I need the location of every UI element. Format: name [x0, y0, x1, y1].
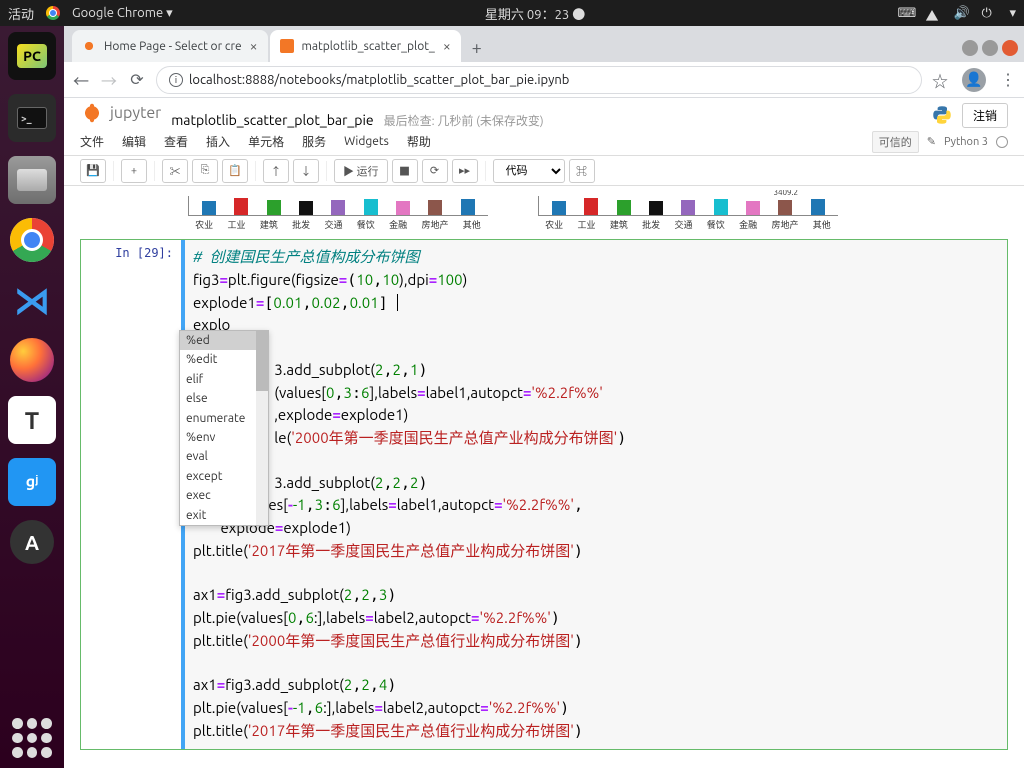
- forward-button: →: [100, 68, 118, 92]
- jupyter-toolbar: 💾 + ✂ ⎘ 📋 ↑ ↓ ▶ 运行 ■ ⟳ ▸▸ 代码 ⌘: [64, 156, 1024, 186]
- dock-pycharm[interactable]: PC: [8, 32, 56, 80]
- tab-home[interactable]: Home Page - Select or cre ×: [72, 30, 268, 62]
- notebook-name[interactable]: matplotlib_scatter_plot_bar_pie: [171, 112, 373, 128]
- celltype-select[interactable]: 代码: [493, 159, 565, 183]
- autocomplete-item[interactable]: elif: [180, 370, 268, 389]
- menu-icon[interactable]: ⋮: [1000, 70, 1016, 89]
- autocomplete-popup[interactable]: %ed%editelifelseenumerate%envevalexcepte…: [179, 330, 269, 526]
- autocomplete-item[interactable]: else: [180, 389, 268, 408]
- code-editor[interactable]: # 创建国民生产总值构成分布饼图 fig3=plt.figure(figsize…: [181, 240, 1007, 749]
- bookmark-icon[interactable]: ☆: [932, 68, 948, 92]
- chrome-window: Home Page - Select or cre × matplotlib_s…: [64, 26, 1024, 768]
- tab-notebook[interactable]: matplotlib_scatter_plot_ ×: [270, 30, 461, 62]
- restart-button[interactable]: ⟳: [422, 159, 448, 183]
- tray-chevron-icon[interactable]: ▾: [1009, 6, 1016, 21]
- cell-output: 农业工业建筑批发交通餐饮金融房地产其他 3409.2 农业工业建筑批发交通餐饮金…: [188, 196, 1008, 231]
- volume-icon[interactable]: 🔊: [953, 6, 967, 20]
- checkpoint-status: 最后检查: 几秒前 (未保存改变): [384, 112, 544, 129]
- dock-firefox[interactable]: [10, 338, 54, 382]
- move-up-button[interactable]: ↑: [263, 159, 289, 183]
- jupyter-menubar: 文件 编辑 查看 插入 单元格 服务 Widgets 帮助 可信的 ✎ Pyth…: [64, 128, 1024, 156]
- run-button[interactable]: ▶ 运行: [334, 159, 388, 183]
- menu-kernel[interactable]: 服务: [302, 133, 326, 150]
- system-tray[interactable]: ⌨ ▲ 🔊 ⏻ ▾: [897, 6, 1016, 21]
- bar-chart-right: 3409.2 农业工业建筑批发交通餐饮金融房地产其他: [538, 196, 838, 231]
- notebook-body[interactable]: 农业工业建筑批发交通餐饮金融房地产其他 3409.2 农业工业建筑批发交通餐饮金…: [64, 190, 1024, 768]
- tab-label: matplotlib_scatter_plot_: [302, 40, 435, 53]
- menu-view[interactable]: 查看: [164, 133, 188, 150]
- save-button[interactable]: 💾: [80, 159, 106, 183]
- tab-strip: Home Page - Select or cre × matplotlib_s…: [64, 26, 1024, 62]
- autocomplete-item[interactable]: except: [180, 467, 268, 486]
- autocomplete-item[interactable]: exit: [180, 506, 268, 525]
- autocomplete-item[interactable]: eval: [180, 447, 268, 466]
- command-palette-button[interactable]: ⌘: [569, 159, 595, 183]
- menu-edit[interactable]: 编辑: [122, 133, 146, 150]
- url-input[interactable]: i localhost:8888/notebooks/matplotlib_sc…: [156, 66, 922, 94]
- dock: PC >_ ⋊ T gʲ A: [0, 26, 64, 768]
- window-maximize[interactable]: [982, 40, 998, 56]
- ubuntu-topbar: 活动 Google Chrome ▾ 星期六 09：23 ● ⌨ ▲ 🔊 ⏻ ▾: [0, 0, 1024, 26]
- edit-icon[interactable]: ✎: [927, 135, 936, 148]
- kernel-indicator-icon: [996, 136, 1008, 148]
- jupyter-header: jupyter matplotlib_scatter_plot_bar_pie …: [64, 98, 1024, 128]
- tab-label: Home Page - Select or cre: [104, 40, 242, 53]
- trusted-badge[interactable]: 可信的: [872, 131, 919, 153]
- move-down-button[interactable]: ↓: [293, 159, 319, 183]
- dock-updater[interactable]: A: [10, 520, 54, 564]
- chrome-icon: [46, 6, 60, 20]
- menu-cell[interactable]: 单元格: [248, 133, 284, 150]
- cell-prompt: In [29]:: [81, 240, 181, 749]
- window-close[interactable]: [1002, 40, 1018, 56]
- python-icon: [932, 105, 952, 125]
- menu-file[interactable]: 文件: [80, 133, 104, 150]
- paste-button[interactable]: 📋: [222, 159, 248, 183]
- dock-chrome[interactable]: [10, 218, 54, 262]
- dock-terminal[interactable]: >_: [8, 94, 56, 142]
- jupyter-logo[interactable]: jupyter: [80, 101, 161, 125]
- copy-button[interactable]: ⎘: [192, 159, 218, 183]
- logout-button[interactable]: 注销: [962, 103, 1008, 128]
- autocomplete-item[interactable]: %edit: [180, 350, 268, 369]
- autocomplete-item[interactable]: %ed: [180, 331, 268, 350]
- cut-button[interactable]: ✂: [162, 159, 188, 183]
- address-bar: ← → ⟳ i localhost:8888/notebooks/matplot…: [64, 62, 1024, 98]
- kernel-name[interactable]: Python 3: [944, 136, 988, 148]
- autocomplete-item[interactable]: enumerate: [180, 409, 268, 428]
- add-cell-button[interactable]: +: [121, 159, 147, 183]
- power-icon[interactable]: ⏻: [981, 6, 995, 20]
- clock[interactable]: 星期六 09：23 ●: [485, 4, 585, 23]
- new-tab-button[interactable]: +: [463, 34, 491, 62]
- url-text: localhost:8888/notebooks/matplotlib_scat…: [189, 73, 569, 87]
- jupyter-favicon-icon: [82, 39, 96, 53]
- jupyter-page: jupyter matplotlib_scatter_plot_bar_pie …: [64, 98, 1024, 768]
- dock-vscode[interactable]: ⋊: [8, 276, 56, 324]
- reload-button[interactable]: ⟳: [128, 70, 146, 89]
- bar-chart-left: 农业工业建筑批发交通餐饮金融房地产其他: [188, 196, 488, 231]
- active-app[interactable]: Google Chrome ▾: [72, 6, 173, 21]
- dock-app[interactable]: gʲ: [8, 458, 56, 506]
- chart-annotation: 3409.2: [773, 190, 798, 197]
- activities[interactable]: 活动: [8, 4, 34, 23]
- menu-help[interactable]: 帮助: [407, 133, 431, 150]
- dock-files[interactable]: [8, 156, 56, 204]
- autocomplete-item[interactable]: %env: [180, 428, 268, 447]
- site-info-icon[interactable]: i: [169, 73, 183, 87]
- notebook-favicon-icon: [280, 39, 294, 53]
- fastforward-button[interactable]: ▸▸: [452, 159, 478, 183]
- close-icon[interactable]: ×: [250, 38, 258, 54]
- menu-widgets[interactable]: Widgets: [344, 135, 389, 148]
- network-icon[interactable]: ▲: [925, 6, 939, 20]
- code-cell[interactable]: In [29]: # 创建国民生产总值构成分布饼图 fig3=plt.figur…: [80, 239, 1008, 750]
- autocomplete-item[interactable]: exec: [180, 486, 268, 505]
- input-icon[interactable]: ⌨: [897, 6, 911, 20]
- stop-button[interactable]: ■: [392, 159, 418, 183]
- profile-avatar[interactable]: 👤: [962, 68, 986, 92]
- window-minimize[interactable]: [962, 40, 978, 56]
- dock-gedit[interactable]: T: [8, 396, 56, 444]
- back-button[interactable]: ←: [72, 68, 90, 92]
- dock-show-apps[interactable]: [12, 718, 52, 758]
- menu-insert[interactable]: 插入: [206, 133, 230, 150]
- close-icon[interactable]: ×: [443, 38, 451, 54]
